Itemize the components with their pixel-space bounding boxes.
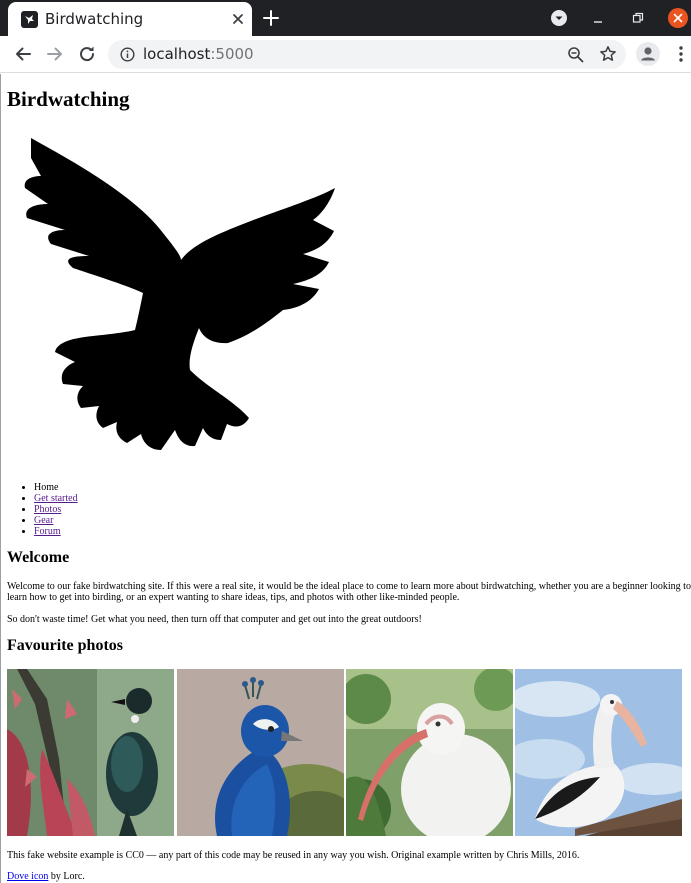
info-icon[interactable]: [120, 47, 135, 62]
photo-gallery: [7, 669, 683, 837]
tui-image: [7, 669, 174, 836]
new-tab-icon[interactable]: [262, 9, 280, 27]
nav-item-forum: Forum: [34, 526, 78, 537]
browser-tab-strip: Birdwatching: [0, 0, 691, 36]
tab-title: Birdwatching: [45, 10, 144, 28]
nav-link-photos[interactable]: Photos: [34, 504, 61, 515]
web-page: Birdwatching Home Get started Photos Gea…: [0, 74, 691, 883]
url-host: localhost: [143, 45, 211, 63]
license-text: This fake website example is CC0 — any p…: [7, 850, 580, 861]
back-arrow-icon[interactable]: [13, 44, 33, 64]
photo-peacock[interactable]: [177, 669, 344, 836]
pelican-image: [515, 669, 682, 836]
nav-link-gear[interactable]: Gear: [34, 515, 53, 526]
nav-link-forum[interactable]: Forum: [34, 526, 61, 537]
browser-toolbar: localhost:5000: [0, 36, 691, 73]
dove-logo-icon: [24, 138, 336, 450]
close-window-button[interactable]: [668, 8, 688, 28]
ibis-image: [346, 669, 513, 836]
call-to-action-paragraph: So don't waste time! Get what you need, …: [7, 614, 422, 625]
more-menu-icon[interactable]: [678, 45, 684, 63]
dove-favicon-icon: [21, 11, 38, 28]
peacock-image: [177, 669, 344, 836]
chevron-down-icon: [555, 16, 563, 20]
browser-tab[interactable]: Birdwatching: [8, 2, 252, 36]
photo-tui[interactable]: [7, 669, 174, 836]
restore-icon[interactable]: [632, 12, 644, 24]
person-icon: [641, 47, 655, 61]
main-nav: Home Get started Photos Gear Forum: [1, 482, 78, 537]
forward-arrow-icon[interactable]: [45, 44, 65, 64]
url-port: :5000: [210, 45, 254, 63]
profile-avatar[interactable]: [636, 42, 660, 66]
reload-icon[interactable]: [77, 44, 97, 64]
welcome-heading: Welcome: [7, 549, 70, 566]
url-text: localhost:5000: [143, 45, 254, 63]
photo-pelican[interactable]: [515, 669, 682, 836]
tab-search-button[interactable]: [551, 10, 567, 26]
nav-item-home: Home: [34, 482, 78, 493]
minimize-icon[interactable]: [593, 14, 603, 24]
welcome-paragraph: Welcome to our fake birdwatching site. I…: [7, 581, 691, 603]
address-bar[interactable]: localhost:5000: [108, 40, 626, 69]
nav-item-gear: Gear: [34, 515, 78, 526]
page-title: Birdwatching: [7, 87, 130, 111]
zoom-out-icon[interactable]: [567, 46, 584, 63]
credit-author: by Lorc.: [48, 871, 85, 882]
nav-home-label: Home: [34, 482, 59, 493]
nav-item-photos: Photos: [34, 504, 78, 515]
nav-link-get-started[interactable]: Get started: [34, 493, 78, 504]
nav-item-get-started: Get started: [34, 493, 78, 504]
favourite-photos-heading: Favourite photos: [7, 637, 123, 654]
icon-credit: Dove icon by Lorc.: [7, 871, 85, 882]
bookmark-star-icon[interactable]: [599, 45, 617, 63]
photo-ibis[interactable]: [346, 669, 513, 836]
close-tab-icon[interactable]: [230, 11, 246, 27]
close-icon: [673, 13, 683, 23]
dove-icon-link[interactable]: Dove icon: [7, 871, 48, 882]
